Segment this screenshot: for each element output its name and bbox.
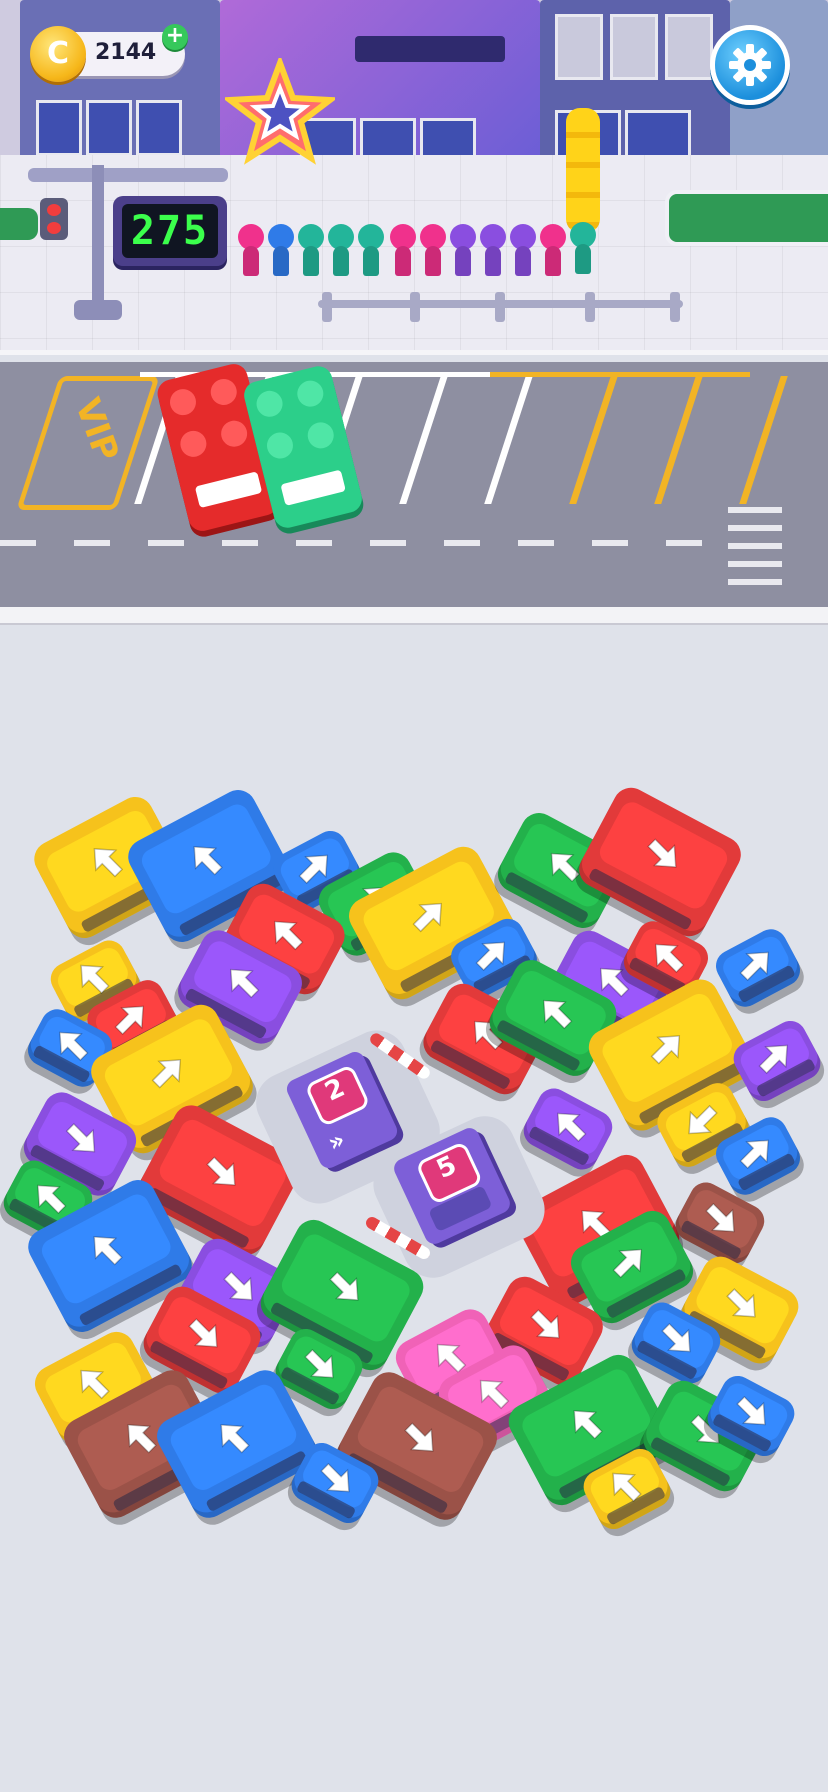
- gear-icon: [729, 44, 771, 86]
- railing-post: [670, 292, 680, 322]
- add-coins-button[interactable]: +: [162, 24, 188, 50]
- curb: [0, 350, 828, 355]
- parking-line-locked: [569, 376, 618, 504]
- lane-dash: [370, 540, 406, 546]
- parking-line-locked: [739, 376, 788, 504]
- railing-post: [585, 292, 595, 322]
- passenger-seat: [218, 417, 250, 450]
- lane-dash: [148, 540, 184, 546]
- building-window: [555, 14, 603, 80]
- building-window: [610, 14, 658, 80]
- coin-icon: C: [30, 26, 86, 82]
- score-counter: 275: [122, 204, 218, 258]
- green-planter-right: [665, 190, 828, 246]
- blue-car[interactable]: [710, 923, 806, 1013]
- passenger-seat: [264, 429, 296, 462]
- score-sign-base: [74, 300, 122, 320]
- score-sign-crossbar: [28, 168, 228, 182]
- crosswalk-stripe: [728, 507, 782, 513]
- crosswalk-stripe: [728, 579, 782, 585]
- passenger-seat: [294, 377, 327, 410]
- purple-car[interactable]: [518, 1082, 618, 1176]
- building-window: [86, 100, 132, 156]
- building-window: [665, 14, 713, 80]
- parking-line: [484, 376, 533, 504]
- building-window: [136, 100, 182, 156]
- car-windshield: [280, 469, 346, 506]
- railing-post: [495, 292, 505, 322]
- crosswalk-stripe: [728, 525, 782, 531]
- score-sign-post: [92, 165, 104, 315]
- railing-post: [322, 292, 332, 322]
- parking-lot: VIP: [0, 361, 828, 607]
- traffic-light: [40, 198, 68, 240]
- passenger-seat: [207, 376, 240, 408]
- red-bus[interactable]: [572, 781, 748, 943]
- lot-edge: [0, 607, 828, 625]
- lane-dash: [296, 540, 332, 546]
- crosswalk-stripe: [728, 561, 782, 567]
- parking-line: [399, 376, 448, 504]
- star-logo-icon: [225, 58, 335, 165]
- railing-post: [410, 292, 420, 322]
- lane-dash: [592, 540, 628, 546]
- coin-count: 2144: [95, 40, 157, 65]
- yellow-queue-column: [566, 108, 600, 233]
- parking-line-locked: [654, 376, 703, 504]
- green-planter-left: [0, 208, 38, 240]
- passenger-seat: [167, 386, 199, 418]
- passenger-seat: [253, 388, 286, 420]
- purple-car[interactable]: [728, 1015, 826, 1107]
- parking-top-line-locked: [490, 372, 750, 377]
- building-window: [625, 110, 691, 161]
- settings-button[interactable]: [710, 25, 790, 105]
- lane-dash: [518, 540, 554, 546]
- lane-dash: [666, 540, 702, 546]
- building-window: [36, 100, 82, 156]
- car-windshield: [194, 471, 263, 509]
- passenger-seat: [304, 419, 337, 452]
- passenger-seat: [177, 428, 210, 460]
- lane-dash: [222, 540, 258, 546]
- crosswalk-stripe: [728, 543, 782, 549]
- lane-dash: [0, 540, 36, 546]
- lane-dash: [444, 540, 480, 546]
- lane-dash: [74, 540, 110, 546]
- building-center-sign: [355, 36, 505, 62]
- kiosk-2-chevron-icon: »: [323, 1125, 350, 1158]
